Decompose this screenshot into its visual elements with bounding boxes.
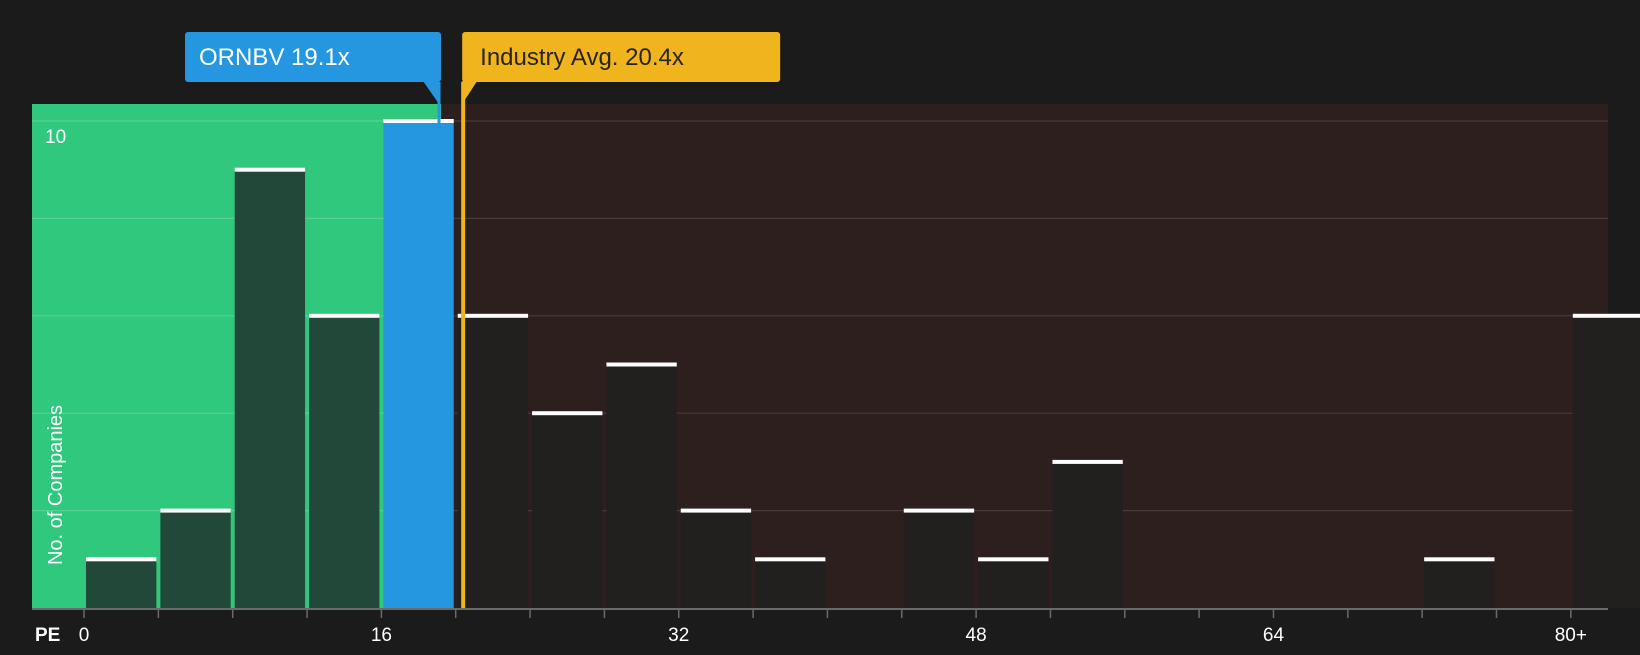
industry-callout-label: Industry Avg. 20.4x [480, 44, 684, 71]
y-tick-label: 10 [45, 127, 66, 148]
bar-cap [309, 313, 380, 318]
y-axis-label: No. of Companies [45, 405, 67, 565]
chart-canvas: 0 16 32 48 64 80+ 10 No. of Companies PE ORNB… [0, 0, 1640, 650]
histogram-bar [755, 559, 826, 608]
x-tick-label: 32 [668, 625, 689, 646]
x-tick-label: 0 [79, 625, 90, 646]
x-tick-label: 80+ [1555, 625, 1587, 646]
histogram-bar [903, 510, 975, 608]
bar-cap [606, 362, 677, 367]
pe-distribution-chart: 0 16 32 48 64 80+ 10 No. of Companies PE ORNB… [0, 0, 1640, 650]
histogram-bar [1052, 461, 1123, 608]
x-tick-label: 48 [966, 625, 987, 646]
bar-cap [978, 557, 1049, 562]
bar-cap [755, 557, 826, 562]
histogram-bar [457, 315, 529, 608]
histogram-bar [383, 121, 454, 608]
bar-cap [680, 508, 752, 513]
histogram-bar [978, 559, 1049, 608]
histogram-bar [606, 364, 677, 608]
bar-cap [532, 411, 603, 416]
x-axis-label: PE [35, 625, 60, 646]
x-tick-label: 16 [371, 625, 392, 646]
x-tick-label: 64 [1263, 625, 1285, 646]
histogram-bar [234, 169, 306, 608]
bar-cap [383, 119, 454, 123]
histogram-bar [160, 510, 231, 608]
company-callout-label: ORNBV 19.1x [199, 44, 350, 71]
histogram-bar [532, 413, 603, 608]
bar-cap [234, 167, 306, 172]
histogram-bar [1424, 559, 1495, 608]
bar-cap [160, 508, 231, 513]
bar-cap [457, 313, 529, 318]
bar-cap [1424, 557, 1495, 562]
bar-cap [903, 508, 975, 513]
y-axis-ticks: 10 [45, 127, 66, 148]
bar-cap [1052, 459, 1123, 464]
histogram-bar [1572, 315, 1640, 608]
bar-cap [1572, 313, 1640, 318]
bar-cap [86, 557, 157, 562]
histogram-bar [86, 559, 157, 608]
histogram-bar [680, 510, 752, 608]
histogram-bar [309, 315, 380, 608]
